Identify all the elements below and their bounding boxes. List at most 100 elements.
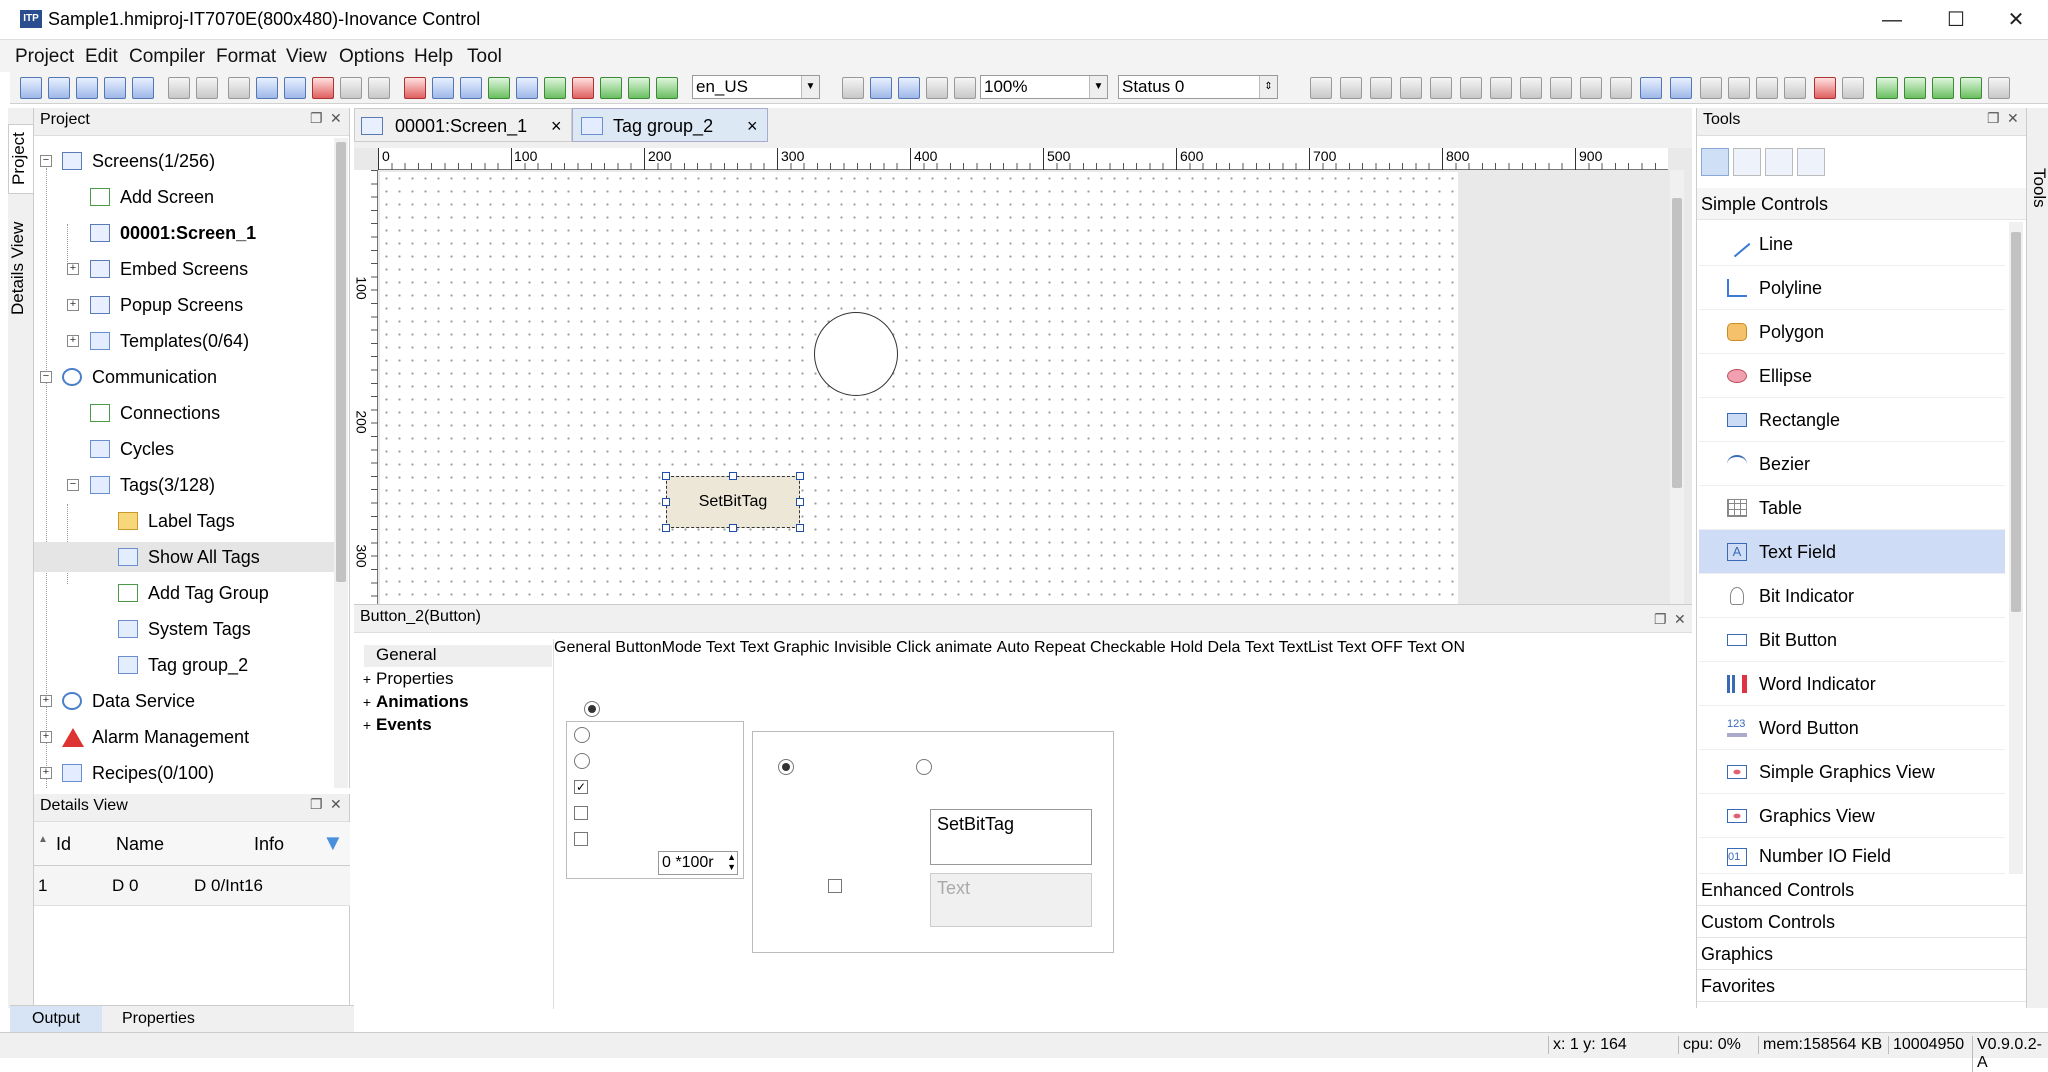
nav-events[interactable]: + Events xyxy=(354,715,552,737)
scrollbar-thumb[interactable] xyxy=(336,142,346,582)
category-simple-controls[interactable]: Simple Controls xyxy=(1697,188,2027,220)
tree-node-screens[interactable]: − Screens(1/256) xyxy=(34,146,334,176)
checkable-checkbox[interactable] xyxy=(574,832,588,846)
align-bottom-icon[interactable] xyxy=(1460,77,1482,99)
delete-icon[interactable] xyxy=(312,77,334,99)
mode-invisible-radio[interactable] xyxy=(574,753,590,769)
copy-icon[interactable] xyxy=(256,77,278,99)
stamp-tool-icon[interactable] xyxy=(1733,148,1761,176)
align-right-icon[interactable] xyxy=(1370,77,1392,99)
tool-text-field[interactable]: A Text Field xyxy=(1699,530,2005,574)
print-icon[interactable] xyxy=(132,77,154,99)
resize-handle[interactable] xyxy=(662,524,670,532)
align-middle-icon[interactable] xyxy=(1430,77,1452,99)
float-icon[interactable]: ❐ xyxy=(310,110,323,127)
tab-output[interactable]: Output xyxy=(10,1006,102,1032)
menu-help[interactable]: Help xyxy=(414,46,453,68)
close-icon[interactable]: ✕ xyxy=(1674,611,1686,628)
language-select[interactable]: en_US ▼ xyxy=(692,75,820,99)
tool-polygon[interactable]: Polygon xyxy=(1699,310,2005,354)
resize-handle[interactable] xyxy=(796,498,804,506)
expand-icon[interactable]: + xyxy=(360,695,374,710)
side-tab-tools[interactable]: Tools xyxy=(2027,148,2048,228)
menu-view[interactable]: View xyxy=(286,46,327,68)
menu-project[interactable]: Project xyxy=(15,46,74,68)
tools-scrollbar[interactable] xyxy=(2009,222,2023,874)
tool-rectangle[interactable]: Rectangle xyxy=(1699,398,2005,442)
snap-icon[interactable] xyxy=(898,77,920,99)
tree-node-popup-screens[interactable]: + Popup Screens xyxy=(34,290,334,320)
side-tab-project[interactable]: Project xyxy=(8,124,34,194)
column-id[interactable]: Id xyxy=(56,834,71,855)
resize-handle[interactable] xyxy=(662,472,670,480)
layer-icon[interactable] xyxy=(1988,77,2010,99)
menu-compiler[interactable]: Compiler xyxy=(129,46,205,68)
mode-graphic-radio[interactable] xyxy=(574,727,590,743)
tree-node-alarm-management[interactable]: + Alarm Management xyxy=(34,722,334,752)
status-select[interactable]: Status 0 ⇕ xyxy=(1118,75,1278,99)
expand-icon[interactable]: + xyxy=(67,335,79,347)
download-icon[interactable] xyxy=(488,77,510,99)
column-name[interactable]: Name xyxy=(116,834,164,855)
flip-h-icon[interactable] xyxy=(1700,77,1722,99)
replace-icon[interactable] xyxy=(340,77,362,99)
filter-icon[interactable]: ▼ xyxy=(322,830,344,856)
zoom-select[interactable]: 100% ▼ xyxy=(980,75,1108,99)
tree-node-recipes[interactable]: + Recipes(0/100) xyxy=(34,758,334,788)
canvas-scrollbar[interactable] xyxy=(1670,170,1684,604)
redo-icon[interactable] xyxy=(196,77,218,99)
minimize-button[interactable]: — xyxy=(1872,6,1912,34)
float-icon[interactable]: ❐ xyxy=(1987,110,2000,127)
tree-node-connections[interactable]: Connections xyxy=(34,398,334,428)
tool-graphics-view[interactable]: Graphics View xyxy=(1699,794,2005,838)
open-folder-icon[interactable] xyxy=(76,77,98,99)
resize-handle[interactable] xyxy=(796,524,804,532)
table-row[interactable]: 1 D 0 D 0/Int16 xyxy=(34,866,350,906)
setbittag-button[interactable]: SetBitTag xyxy=(666,476,800,528)
tool-word-indicator[interactable]: Word Indicator xyxy=(1699,662,2005,706)
undo-icon[interactable] xyxy=(168,77,190,99)
expand-icon[interactable]: + xyxy=(360,718,374,733)
scrollbar-thumb[interactable] xyxy=(2011,232,2021,612)
expand-icon[interactable]: + xyxy=(40,695,52,707)
same-height-icon[interactable] xyxy=(1580,77,1602,99)
unlock-icon[interactable] xyxy=(1842,77,1864,99)
tree-node-tag-group-2[interactable]: Tag group_2 xyxy=(34,650,334,680)
open-icon[interactable] xyxy=(48,77,70,99)
refresh-icon[interactable] xyxy=(544,77,566,99)
category-graphics[interactable]: Graphics xyxy=(1697,938,2027,970)
side-tab-details-view[interactable]: Details View xyxy=(8,208,34,328)
hmi-screen-canvas[interactable]: SetBitTag xyxy=(380,172,1458,604)
online-sim-icon[interactable] xyxy=(460,77,482,99)
expand-icon[interactable]: + xyxy=(40,767,52,779)
mode-text-radio[interactable] xyxy=(584,701,600,717)
align-center-icon[interactable] xyxy=(1340,77,1362,99)
text-radio[interactable] xyxy=(778,759,794,775)
find-icon[interactable] xyxy=(368,77,390,99)
tree-node-screen-1[interactable]: 00001:Screen_1 xyxy=(34,218,334,248)
distribute-h-icon[interactable] xyxy=(1490,77,1512,99)
paste-icon[interactable] xyxy=(284,77,306,99)
tab-tag-group-2[interactable]: Tag group_2 × xyxy=(572,108,768,142)
tool-bezier[interactable]: Bezier xyxy=(1699,442,2005,486)
tree-node-system-tags[interactable]: System Tags xyxy=(34,614,334,644)
bring-forward-icon[interactable] xyxy=(1932,77,1954,99)
close-icon[interactable]: ✕ xyxy=(330,796,342,813)
simulate-icon[interactable] xyxy=(432,77,454,99)
tool-table[interactable]: Table xyxy=(1699,486,2005,530)
collapse-icon[interactable]: − xyxy=(67,479,79,491)
lock-icon[interactable] xyxy=(1814,77,1836,99)
click-animate-checkbox[interactable]: ✓ xyxy=(574,780,588,794)
tree-node-templates[interactable]: + Templates(0/64) xyxy=(34,326,334,356)
tool-simple-graphics-view[interactable]: Simple Graphics View xyxy=(1699,750,2005,794)
tool-ellipse[interactable]: Ellipse xyxy=(1699,354,2005,398)
grid-icon[interactable] xyxy=(870,77,892,99)
text-off-input[interactable]: SetBitTag xyxy=(930,809,1092,865)
tree-scrollbar[interactable] xyxy=(334,138,348,788)
spin-icon[interactable]: ▲ ▼ xyxy=(727,852,736,872)
nav-properties[interactable]: + Properties xyxy=(354,669,552,691)
tree-node-data-service[interactable]: + Data Service xyxy=(34,686,334,716)
collapse-icon[interactable]: − xyxy=(40,155,52,167)
scrollbar-thumb[interactable] xyxy=(1672,198,1682,488)
tree-node-cycles[interactable]: Cycles xyxy=(34,434,334,464)
